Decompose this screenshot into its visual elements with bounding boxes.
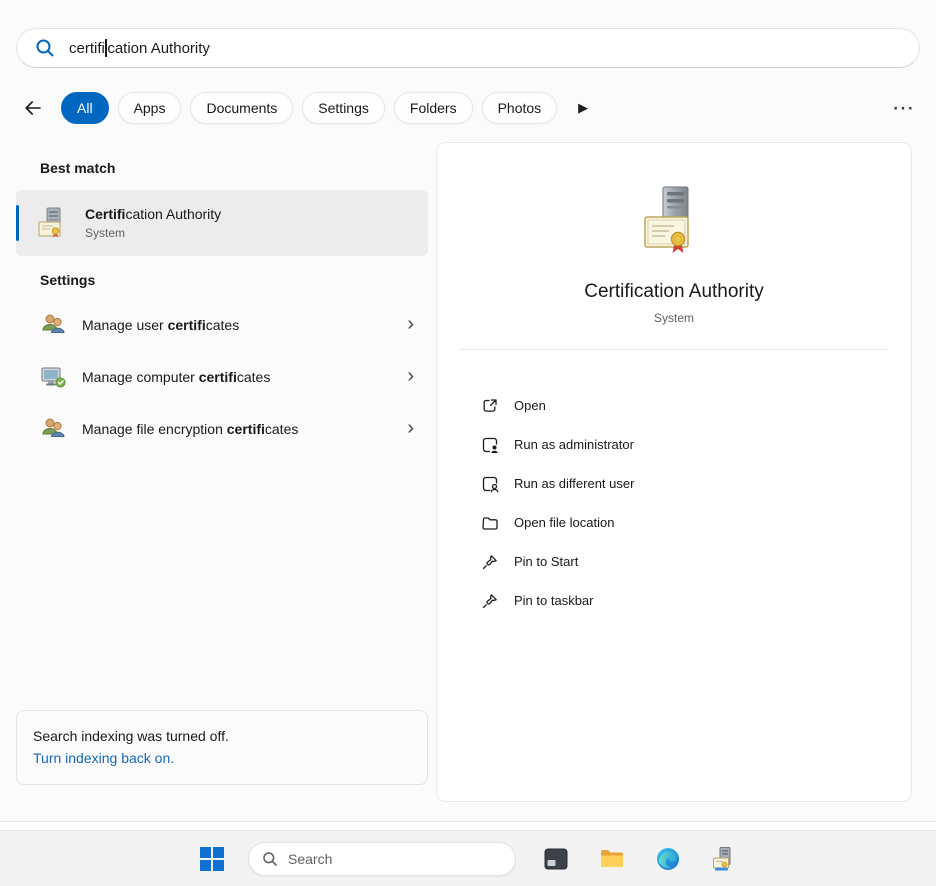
pin-icon — [481, 553, 499, 571]
filter-tab-apps[interactable]: Apps — [118, 92, 182, 124]
folder-icon — [481, 514, 499, 532]
preview-divider — [459, 349, 889, 350]
action-label: Pin to taskbar — [514, 593, 594, 608]
window-icon — [543, 846, 569, 872]
settings-results-list: Manage user certificates › Manage comput… — [16, 300, 428, 454]
indexing-notice: Search indexing was turned off. Turn ind… — [16, 710, 428, 785]
run-as-user-icon — [481, 475, 499, 493]
taskbar-file-explorer-button[interactable] — [592, 839, 632, 879]
taskbar-certification-console-button[interactable] — [704, 839, 744, 879]
settings-item-label: Manage user certificates — [82, 317, 391, 333]
chevron-right-icon: › — [407, 314, 414, 337]
users-icon — [40, 416, 66, 442]
filter-tab-all[interactable]: All — [61, 92, 109, 124]
back-arrow-icon — [23, 98, 43, 118]
action-label: Open — [514, 398, 546, 413]
action-list: Open Run as administrator Run as differe… — [437, 386, 911, 620]
search-icon — [262, 851, 278, 867]
query-before-caret: certifi — [69, 40, 105, 57]
users-icon — [40, 312, 66, 338]
settings-heading: Settings — [16, 272, 428, 288]
taskbar-edge-button[interactable] — [648, 839, 688, 879]
search-flyout: certifi cation Authority All Apps Docume… — [0, 0, 936, 822]
preview-icon-wrap — [437, 183, 911, 259]
file-explorer-icon — [599, 846, 625, 872]
action-label: Run as administrator — [514, 437, 634, 452]
settings-item-manage-computer-certificates[interactable]: Manage computer certificates › — [16, 352, 428, 402]
taskbar: Search — [0, 830, 936, 886]
windows-logo-icon — [200, 847, 224, 871]
selection-accent-bar — [16, 205, 19, 241]
indexing-link[interactable]: Turn indexing back on. — [33, 747, 174, 769]
settings-item-manage-file-encryption-certificates[interactable]: Manage file encryption certificates › — [16, 404, 428, 454]
search-query-text: certifi cation Authority — [69, 39, 210, 57]
filter-tab-documents[interactable]: Documents — [190, 92, 293, 124]
preview-title: Certification Authority — [437, 281, 911, 303]
taskbar-app-window-button[interactable] — [536, 839, 576, 879]
best-match-heading: Best match — [16, 160, 428, 176]
action-pin-to-start[interactable]: Pin to Start — [481, 542, 887, 581]
preview-panel: Certification Authority System Open Run … — [436, 142, 912, 802]
chevron-right-icon: › — [407, 366, 414, 389]
action-label: Open file location — [514, 515, 614, 530]
action-run-as-administrator[interactable]: Run as administrator — [481, 425, 887, 464]
query-after-caret: cation Authority — [107, 40, 210, 57]
taskbar-search-label: Search — [288, 851, 332, 867]
filter-tab-row: All Apps Documents Settings Folders Phot… — [16, 90, 920, 126]
certification-authority-large-icon — [636, 183, 712, 259]
action-run-as-different-user[interactable]: Run as different user — [481, 464, 887, 503]
back-button[interactable] — [16, 91, 50, 125]
search-icon — [35, 38, 55, 58]
computer-icon — [40, 364, 66, 390]
more-options-button[interactable]: ⋯ — [892, 97, 914, 119]
action-pin-to-taskbar[interactable]: Pin to taskbar — [481, 581, 887, 620]
best-match-text: Certification Authority System — [85, 206, 221, 240]
action-open-file-location[interactable]: Open file location — [481, 503, 887, 542]
settings-item-label: Manage file encryption certificates — [82, 421, 391, 437]
filter-overflow-icon[interactable]: ▶ — [578, 100, 588, 116]
preview-subtitle: System — [437, 311, 911, 325]
start-button[interactable] — [192, 839, 232, 879]
settings-item-manage-user-certificates[interactable]: Manage user certificates › — [16, 300, 428, 350]
search-input[interactable]: certifi cation Authority — [16, 28, 920, 68]
settings-item-label: Manage computer certificates — [82, 369, 391, 385]
action-label: Pin to Start — [514, 554, 578, 569]
action-label: Run as different user — [514, 476, 634, 491]
chevron-right-icon: › — [407, 418, 414, 441]
filter-tab-settings[interactable]: Settings — [302, 92, 385, 124]
result-subtitle: System — [85, 226, 221, 240]
taskbar-search-box[interactable]: Search — [248, 842, 516, 876]
edge-icon — [655, 846, 681, 872]
result-title: Certification Authority — [85, 206, 221, 222]
certification-authority-icon — [36, 206, 70, 240]
open-external-icon — [481, 397, 499, 415]
filter-tab-folders[interactable]: Folders — [394, 92, 473, 124]
action-open[interactable]: Open — [481, 386, 887, 425]
run-as-admin-icon — [481, 436, 499, 454]
results-panel: Best match Certification Authority Syste… — [16, 144, 428, 454]
certificate-server-icon — [711, 846, 737, 872]
best-match-item[interactable]: Certification Authority System — [16, 190, 428, 256]
pin-icon — [481, 592, 499, 610]
indexing-message: Search indexing was turned off. — [33, 725, 411, 747]
filter-tab-photos[interactable]: Photos — [482, 92, 558, 124]
